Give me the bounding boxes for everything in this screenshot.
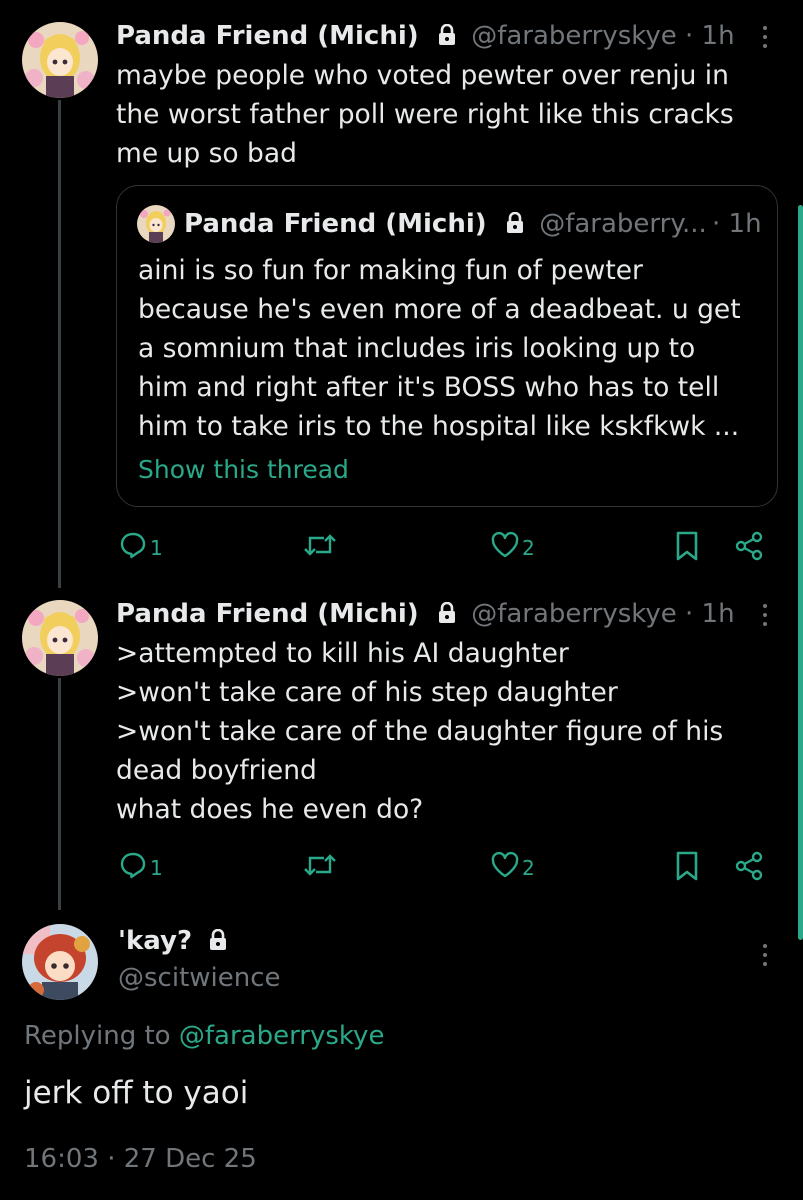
quote-text-line: him to take iris to the hospital like ks…: [138, 411, 740, 442]
reply-icon: [118, 530, 148, 565]
like-button[interactable]: 2: [490, 530, 535, 565]
quote-display-name: Panda Friend (Michi): [184, 209, 487, 239]
like-count: 2: [522, 535, 535, 560]
reply-count: 1: [150, 535, 163, 560]
lock-icon: [505, 209, 525, 243]
share-icon: [733, 530, 765, 567]
quote-text-line: a somnium that includes iris looking up …: [138, 333, 696, 364]
scrollbar-thumb[interactable]: [798, 205, 803, 940]
post-text-line: me up so bad: [116, 138, 297, 169]
thread-connector-line: [58, 678, 61, 910]
show-thread-link[interactable]: Show this thread: [138, 453, 349, 487]
quote-avatar: [137, 205, 175, 243]
user-handle[interactable]: @faraberryskye: [471, 599, 677, 629]
quote-text-line: because he's even more of a deadbeat. u …: [138, 294, 741, 325]
post-timestamp[interactable]: 16:03 · 27 Dec 25: [24, 1142, 257, 1176]
post-text-line: the worst father poll were right like th…: [116, 99, 734, 130]
quote-time: · 1h: [712, 209, 762, 239]
avatar[interactable]: [22, 22, 98, 98]
bookmark-button[interactable]: [674, 850, 700, 887]
more-icon[interactable]: [760, 944, 770, 974]
repost-icon: [303, 850, 337, 885]
post-time[interactable]: · 1h: [685, 599, 735, 629]
post-text-line: dead boyfriend: [116, 755, 317, 786]
reply-icon: [118, 850, 148, 885]
repost-button[interactable]: [303, 530, 339, 565]
repost-button[interactable]: [303, 850, 339, 885]
post-text-line: >attempted to kill his AI daughter: [116, 638, 569, 669]
replying-to-handle[interactable]: @faraberryskye: [179, 1021, 385, 1051]
display-name[interactable]: 'kay?: [118, 926, 192, 956]
reply-count: 1: [150, 855, 163, 880]
avatar[interactable]: [22, 924, 98, 1000]
display-name[interactable]: Panda Friend (Michi): [116, 21, 419, 51]
like-count: 2: [522, 855, 535, 880]
post-text-line: >won't take care of his step daughter: [116, 677, 618, 708]
quote-text-line: aini is so fun for making fun of pewter: [138, 255, 643, 286]
bookmark-icon: [674, 850, 700, 887]
replying-to: Replying to @faraberryskye: [24, 1019, 384, 1053]
avatar[interactable]: [22, 600, 98, 676]
post-header: Panda Friend (Michi) @faraberryskye · 1h: [116, 19, 735, 55]
share-icon: [733, 850, 765, 887]
post-text: maybe people who voted pewter over renju…: [116, 56, 734, 173]
post-time[interactable]: · 1h: [685, 21, 735, 51]
share-button[interactable]: [733, 850, 765, 887]
heart-icon: [490, 850, 520, 885]
lock-icon: [208, 926, 228, 960]
user-handle[interactable]: @scitwience: [118, 961, 281, 995]
main-post-text: jerk off to yaoi: [24, 1075, 249, 1111]
bookmark-button[interactable]: [674, 530, 700, 567]
post-text-line: >won't take care of the daughter figure …: [116, 716, 724, 747]
reply-button[interactable]: 1: [118, 850, 163, 885]
more-icon[interactable]: [760, 604, 770, 634]
bookmark-icon: [674, 530, 700, 567]
share-button[interactable]: [733, 530, 765, 567]
post-header: Panda Friend (Michi) @faraberryskye · 1h: [116, 597, 735, 633]
display-name[interactable]: Panda Friend (Michi): [116, 599, 419, 629]
heart-icon: [490, 530, 520, 565]
like-button[interactable]: 2: [490, 850, 535, 885]
quote-header: Panda Friend (Michi) @faraberry...: [184, 207, 707, 243]
repost-icon: [303, 530, 337, 565]
lock-icon: [437, 21, 457, 55]
lock-icon: [437, 599, 457, 633]
post-text-line: what does he even do?: [116, 794, 424, 825]
quote-text: aini is so fun for making fun of pewter …: [138, 251, 741, 446]
replying-to-label: Replying to: [24, 1021, 171, 1051]
quote-handle: @faraberry...: [539, 209, 707, 239]
main-post-header: 'kay?: [118, 924, 234, 960]
user-handle[interactable]: @faraberryskye: [471, 21, 677, 51]
thread-connector-line: [58, 100, 61, 588]
post-text-line: maybe people who voted pewter over renju…: [116, 60, 729, 91]
post-text: >attempted to kill his AI daughter >won'…: [116, 634, 723, 829]
more-icon[interactable]: [760, 26, 770, 56]
quote-text-line: him and right after it's BOSS who has to…: [138, 372, 720, 403]
reply-button[interactable]: 1: [118, 530, 163, 565]
